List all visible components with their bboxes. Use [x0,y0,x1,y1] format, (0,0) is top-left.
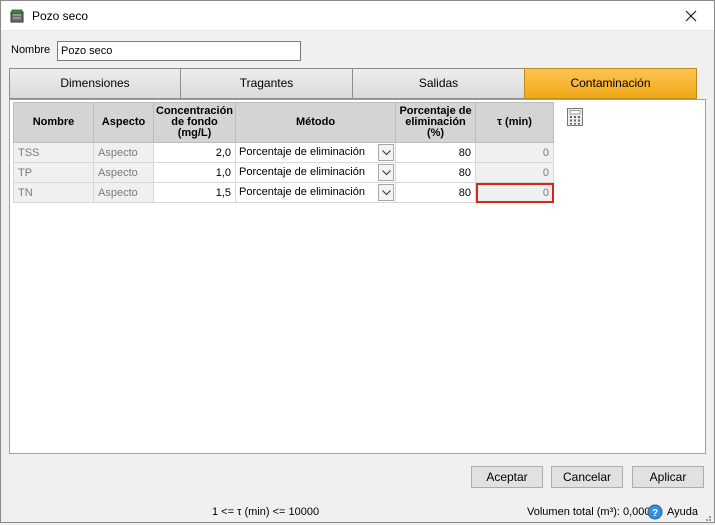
cell-nombre: TN [13,182,94,203]
apply-button[interactable]: Aplicar [632,466,704,488]
help-icon[interactable]: ? [647,504,663,520]
cell-concentracion[interactable]: 1,0 [152,162,237,183]
chevron-down-icon[interactable] [378,164,395,181]
cell-nombre: TP [13,162,94,183]
cell-tau[interactable]: 0 [475,142,555,163]
cell-nombre: TSS [13,142,94,163]
tab-salidas[interactable]: Salidas [352,68,525,99]
method-value: Porcentaje de eliminación [239,166,365,178]
dialog-window: Pozo seco Nombre Dimensiones Tragantes S… [0,0,715,523]
cell-porcentaje[interactable]: 80 [395,142,477,163]
tab-tragantes[interactable]: Tragantes [180,68,353,99]
tab-strip: Dimensiones Tragantes Salidas Contaminac… [9,68,697,99]
tau-range-hint: 1 <= τ (min) <= 10000 [212,506,320,518]
help-link[interactable]: Ayuda [667,506,698,518]
header-tau[interactable]: τ (min) [475,102,555,143]
header-porcentaje[interactable]: Porcentaje de eliminación (%) [395,102,477,143]
cell-concentracion[interactable]: 2,0 [152,142,237,163]
cell-aspecto: Aspecto [93,162,154,183]
cell-metodo[interactable]: Porcentaje de eliminación [235,162,397,183]
method-value: Porcentaje de eliminación [239,186,365,198]
pollutant-table: Nombre Aspecto Concentración de fondo (m… [13,102,555,203]
table-row: TP Aspecto 1,0 Porcentaje de eliminación… [13,162,555,183]
resize-grip-icon[interactable] [702,511,712,521]
chevron-down-icon[interactable] [378,144,395,161]
title-bar[interactable]: Pozo seco [1,1,714,31]
cell-tau-selected[interactable]: 0 [475,182,555,203]
cell-aspecto: Aspecto [93,142,154,163]
header-nombre[interactable]: Nombre [13,102,94,143]
svg-text:?: ? [652,508,658,519]
method-value: Porcentaje de eliminación [239,146,365,158]
header-metodo[interactable]: Método [235,102,397,143]
contamination-panel: Nombre Aspecto Concentración de fondo (m… [9,99,706,454]
chevron-down-icon[interactable] [378,184,395,201]
accept-button[interactable]: Aceptar [471,466,543,488]
cell-concentracion[interactable]: 1,5 [152,182,237,203]
cell-metodo[interactable]: Porcentaje de eliminación [235,142,397,163]
cell-aspecto: Aspecto [93,182,154,203]
tab-contaminacion[interactable]: Contaminación [524,68,697,99]
calculator-icon[interactable] [566,107,584,127]
name-input[interactable] [57,41,301,61]
table-row: TSS Aspecto 2,0 Porcentaje de eliminació… [13,142,555,163]
total-volume: Volumen total (m³): 0,000 [527,506,651,518]
dry-well-icon [9,8,25,24]
cell-tau[interactable]: 0 [475,162,555,183]
cell-porcentaje[interactable]: 80 [395,162,477,183]
window-title: Pozo seco [32,9,89,23]
cell-porcentaje[interactable]: 80 [395,182,477,203]
status-bar: 1 <= τ (min) <= 10000 Volumen total (m³)… [1,501,714,523]
name-label: Nombre [11,44,51,56]
cancel-button[interactable]: Cancelar [551,466,623,488]
header-aspecto[interactable]: Aspecto [93,102,154,143]
close-icon[interactable] [674,4,708,28]
tab-dimensiones[interactable]: Dimensiones [9,68,181,99]
cell-metodo[interactable]: Porcentaje de eliminación [235,182,397,203]
table-row: TN Aspecto 1,5 Porcentaje de eliminación… [13,182,555,203]
header-concentracion[interactable]: Concentración de fondo (mg/L) [152,102,237,143]
table-header-row: Nombre Aspecto Concentración de fondo (m… [13,102,555,143]
